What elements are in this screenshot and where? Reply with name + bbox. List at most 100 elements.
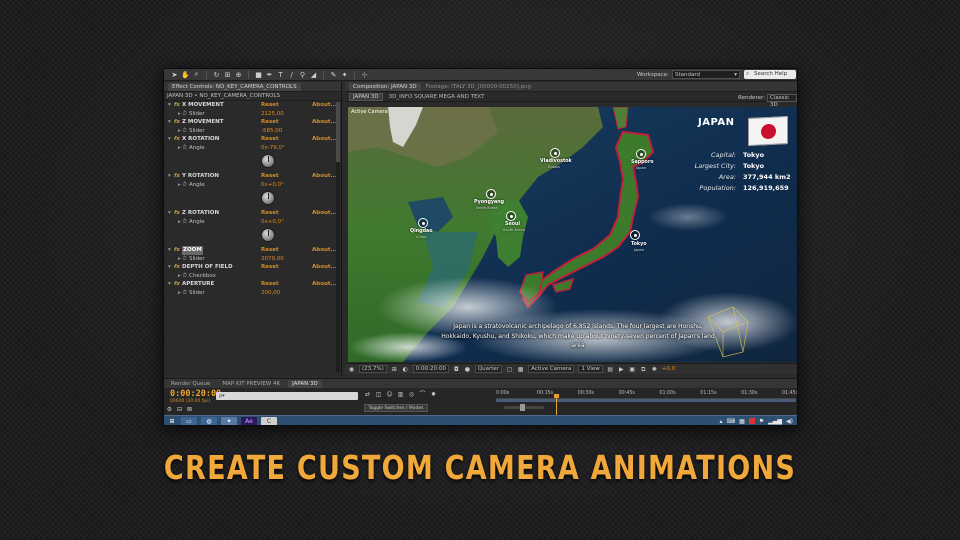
fx-toggle-icon[interactable]: fx — [174, 263, 180, 272]
effect-row[interactable]: ▾ fx DEPTH OF FIELD Reset About... — [164, 263, 341, 272]
stopwatch-icon[interactable]: ▸ ⏱ — [178, 181, 187, 190]
roto-brush-tool-icon[interactable]: ✎ — [329, 70, 338, 79]
effect-about-link[interactable]: About... — [312, 246, 337, 255]
grid-icon[interactable]: ⊞ — [391, 366, 398, 373]
brainstorm-icon[interactable]: ✸ — [430, 391, 437, 398]
stopwatch-icon[interactable]: ▸ ⏱ — [178, 110, 187, 119]
stopwatch-icon[interactable]: ▸ ⏱ — [178, 272, 187, 281]
axis-mode-icon[interactable]: ⊹ — [360, 70, 369, 79]
draft-3d-icon[interactable]: ◫ — [375, 391, 382, 398]
stopwatch-icon[interactable]: ▸ ⏱ — [178, 127, 187, 136]
stopwatch-icon[interactable]: ▸ ⏱ — [178, 144, 187, 153]
zoom-tool-icon[interactable]: ⌕ — [192, 70, 201, 79]
search-help-input[interactable]: ⌕ Search Help — [744, 70, 796, 79]
pan-behind-tool-icon[interactable]: ⊕ — [234, 70, 243, 79]
fx-toggle-icon[interactable]: fx — [174, 135, 180, 144]
always-preview-icon[interactable]: ◉ — [348, 366, 355, 373]
param-value[interactable]: 0x+0,0° — [261, 218, 284, 227]
stopwatch-icon[interactable]: ▸ ⏱ — [178, 255, 187, 264]
region-of-interest-icon[interactable]: ▢ — [506, 366, 513, 373]
effect-reset-link[interactable]: Reset — [261, 172, 279, 181]
eraser-tool-icon[interactable]: ◢ — [309, 70, 318, 79]
param-value[interactable]: 2125,00 — [261, 110, 284, 119]
signal-icon[interactable]: ▂▄▆ — [768, 418, 782, 425]
disclosure-triangle-icon[interactable]: ▾ — [168, 101, 171, 110]
mask-visibility-icon[interactable]: ◐ — [402, 366, 409, 373]
frame-blending-icon[interactable]: ▥ — [397, 391, 404, 398]
brush-tool-icon[interactable]: / — [287, 70, 296, 79]
resolution-select[interactable]: Quarter — [474, 365, 503, 373]
tab-render-queue[interactable]: Render Queue — [167, 380, 214, 388]
puppet-pin-tool-icon[interactable]: ✦ — [340, 70, 349, 79]
composition-viewer[interactable]: Active Camera Vladivostok Russia Sapporo… — [348, 107, 797, 362]
hand-tool-icon[interactable]: ✋ — [181, 70, 190, 79]
effect-about-link[interactable]: About... — [312, 209, 337, 218]
motion-blur-icon[interactable]: ◎ — [408, 391, 415, 398]
pen-tool-icon[interactable]: ✒ — [265, 70, 274, 79]
effect-about-link[interactable]: About... — [312, 118, 337, 127]
effect-reset-link[interactable]: Reset — [261, 280, 279, 289]
effect-about-link[interactable]: About... — [312, 101, 337, 110]
comp-subtab-japan-3d[interactable]: JAPAN 3D — [349, 92, 383, 101]
fx-toggle-icon[interactable]: fx — [174, 246, 180, 255]
after-effects-icon[interactable]: Ae — [241, 416, 257, 425]
timeline-search-input[interactable]: ρ▾ — [216, 392, 358, 400]
rotate-tool-icon[interactable]: ↻ — [212, 70, 221, 79]
param-value[interactable]: 2079,00 — [261, 255, 284, 264]
current-time-field[interactable]: 0:00:20:00 — [412, 365, 449, 373]
flowchart-icon[interactable]: ⧉ — [640, 366, 647, 373]
effect-about-link[interactable]: About... — [312, 135, 337, 144]
disclosure-triangle-icon[interactable]: ▾ — [168, 135, 171, 144]
stopwatch-icon[interactable]: ▸ ⏱ — [178, 218, 187, 227]
keyboard-icon[interactable]: ⌨ — [726, 418, 735, 425]
param-value[interactable]: 200,00 — [261, 289, 280, 298]
renderer-select[interactable]: Classic 3D — [767, 94, 797, 108]
disclosure-triangle-icon[interactable]: ▾ — [168, 246, 171, 255]
in-out-icon[interactable]: ⊠ — [186, 406, 193, 413]
effect-about-link[interactable]: About... — [312, 263, 337, 272]
comp-subtab-path[interactable]: 3D_INFO SQUARE MEGA AND TEXT — [389, 94, 485, 100]
camera-view-select[interactable]: Active Camera — [528, 365, 575, 373]
disclosure-triangle-icon[interactable]: ▾ — [168, 118, 171, 127]
flag-icon[interactable]: ⚑ — [759, 418, 764, 425]
volume-icon[interactable]: ◀) — [786, 418, 793, 425]
timeline-ruler[interactable]: 0:00s 00:15s 00:30s 00:45s 01:00s 01:15s 01:30… — [496, 389, 797, 399]
timeline-zoom-slider[interactable] — [504, 404, 544, 411]
effect-row[interactable]: ▾ fx Z ROTATION Reset About... — [164, 209, 341, 218]
tab-japan-3d[interactable]: JAPAN 3D — [288, 379, 322, 388]
effect-controls-scrollbar[interactable] — [336, 102, 340, 372]
workspace-select[interactable]: Standard ▾ — [672, 70, 740, 79]
reset-exposure-icon[interactable]: ✺ — [651, 366, 658, 373]
effect-reset-link[interactable]: Reset — [261, 209, 279, 218]
effect-reset-link[interactable]: Reset — [261, 263, 279, 272]
effect-row[interactable]: ▾ fx Z MOVEMENT Reset About... — [164, 118, 341, 127]
angle-dial[interactable] — [261, 154, 275, 168]
effect-about-link[interactable]: About... — [312, 280, 337, 289]
disclosure-triangle-icon[interactable]: ▾ — [168, 209, 171, 218]
fx-toggle-icon[interactable]: fx — [174, 101, 180, 110]
disclosure-triangle-icon[interactable]: ▾ — [168, 263, 171, 272]
transparency-grid-icon[interactable]: ▦ — [517, 366, 524, 373]
fx-toggle-icon[interactable]: fx — [174, 118, 180, 127]
tray-arrow-icon[interactable]: ▴ — [719, 418, 722, 425]
camera-tool-icon[interactable]: ⊞ — [223, 70, 232, 79]
effect-row[interactable]: ▾ fx Y ROTATION Reset About... — [164, 172, 341, 181]
composition-mini-flowchart-icon[interactable]: ⇄ — [364, 391, 371, 398]
selection-tool-icon[interactable]: ➤ — [170, 70, 179, 79]
view-layout-select[interactable]: 1 View — [578, 365, 603, 373]
effect-row[interactable]: ▾ fx APERTURE Reset About... — [164, 280, 341, 289]
effect-row[interactable]: ▾ fx X MOVEMENT Reset About... — [164, 101, 341, 110]
tab-map-kit-preview[interactable]: MAP KIT PREVIEW 4K — [218, 380, 284, 388]
angle-dial[interactable] — [261, 228, 275, 242]
fx-toggle-icon[interactable]: fx — [174, 172, 180, 181]
cinema-4d-icon[interactable]: C — [261, 416, 277, 425]
file-explorer-icon[interactable]: ▭ — [181, 416, 197, 425]
type-tool-icon[interactable]: T — [276, 70, 285, 79]
antivirus-icon[interactable] — [748, 418, 755, 424]
timeline-timecode[interactable]: 0:00:20:00 — [170, 389, 221, 399]
tab-effect-controls[interactable]: Effect Controls: NO_KEY_CAMERA_CONTROLS — [168, 82, 301, 91]
network-icon[interactable]: ▦ — [739, 418, 745, 425]
fast-previews-icon[interactable]: ▶ — [618, 366, 625, 373]
pixel-aspect-icon[interactable]: ▤ — [607, 366, 614, 373]
param-value[interactable]: 0x+0,0° — [261, 181, 284, 190]
